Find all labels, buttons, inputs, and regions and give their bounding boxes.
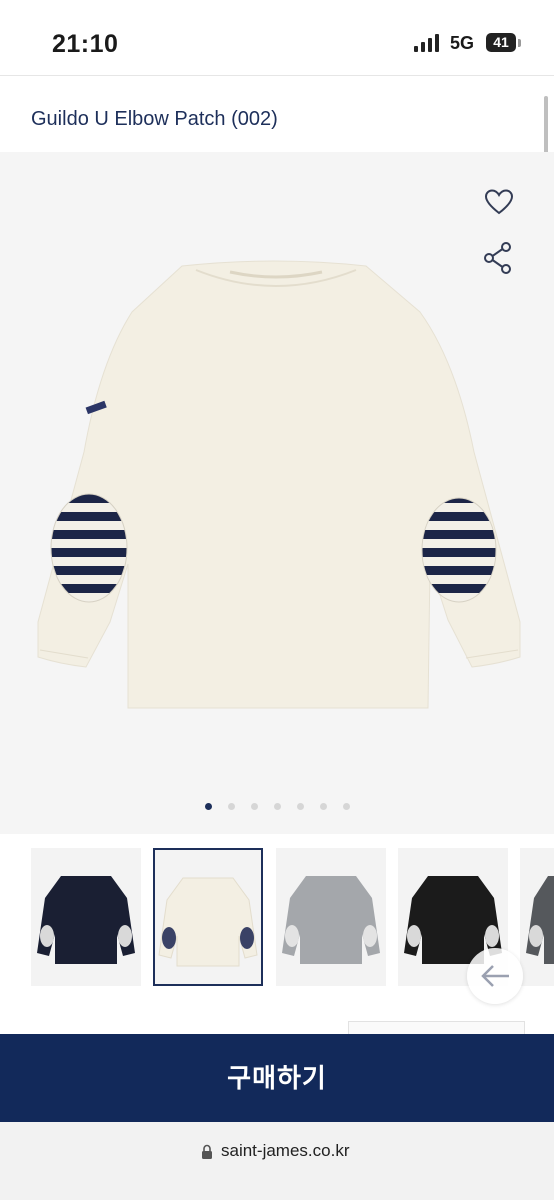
status-time: 21:10 xyxy=(52,30,119,58)
carousel-dot[interactable] xyxy=(320,803,327,810)
thumbnail-dark-grey[interactable] xyxy=(520,848,554,986)
thumbnail-navy[interactable] xyxy=(31,848,141,986)
product-title: Guildo U Elbow Patch (002) xyxy=(31,108,278,130)
network-label: 5G xyxy=(450,33,475,53)
browser-url-bar[interactable] xyxy=(0,1122,554,1200)
battery-icon: 41 xyxy=(486,33,522,53)
shirt-image xyxy=(37,260,521,709)
carousel-dot[interactable] xyxy=(297,803,304,810)
url-text: saint-james.co.kr xyxy=(221,1141,350,1160)
thumbnail-grey[interactable] xyxy=(276,848,386,986)
product-main-image[interactable] xyxy=(0,152,554,834)
header-divider xyxy=(0,75,554,76)
battery-level: 41 xyxy=(493,34,509,50)
carousel-dot[interactable] xyxy=(251,803,258,810)
carousel-dot[interactable] xyxy=(205,803,212,810)
arrow-left-icon xyxy=(481,965,509,987)
thumbnail-ecru[interactable] xyxy=(153,848,263,986)
signal-icon xyxy=(414,34,439,52)
carousel-dot[interactable] xyxy=(274,803,281,810)
share-icon[interactable] xyxy=(482,241,514,275)
lock-icon xyxy=(202,1144,212,1159)
carousel-dot[interactable] xyxy=(343,803,350,810)
heart-icon[interactable] xyxy=(484,188,514,216)
buy-button[interactable]: 구매하기 xyxy=(0,1034,554,1122)
status-bar: 21:10 5G 41 xyxy=(0,0,554,76)
back-arrow-button[interactable] xyxy=(467,948,523,1004)
carousel-dot[interactable] xyxy=(228,803,235,810)
